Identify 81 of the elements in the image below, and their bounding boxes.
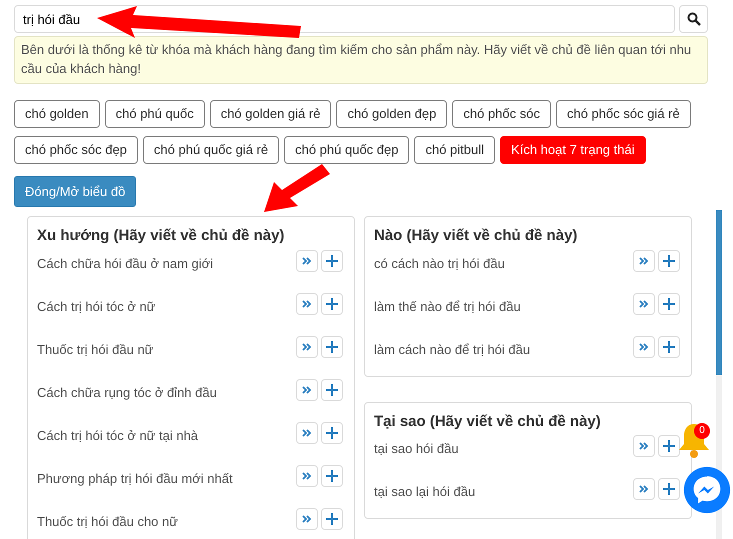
keyword-tag[interactable]: chó phú quốc giá rẻ bbox=[142, 136, 280, 164]
notice-text: Bên dưới là thống kê từ khóa mà khách hàng đang tìm kiếm cho sản phẩm này. Hãy viết về chủ đề liên quan tới nhu cầu của khách hàng! bbox=[14, 36, 708, 84]
double-chevron-icon bbox=[302, 256, 312, 266]
add-button[interactable] bbox=[321, 422, 343, 444]
add-button[interactable] bbox=[658, 250, 680, 272]
keyword-tag[interactable]: chó golden bbox=[14, 100, 100, 128]
messenger-chat-icon[interactable] bbox=[683, 466, 731, 514]
expand-button[interactable] bbox=[633, 435, 655, 458]
toggle-chart-button[interactable]: Đóng/Mở biểu đồ bbox=[14, 176, 136, 208]
expand-button[interactable] bbox=[296, 464, 318, 487]
expand-button[interactable] bbox=[633, 336, 655, 358]
plus-icon bbox=[326, 298, 338, 310]
add-button[interactable] bbox=[658, 435, 680, 458]
keyword-suggestion: Cách chữa rụng tóc ở đỉnh đầu bbox=[37, 384, 217, 402]
card-title: Xu hướng (Hãy viết về chủ đề này) bbox=[37, 226, 286, 246]
plus-icon bbox=[326, 340, 338, 353]
keyword-suggestion: tại sao hói đầu bbox=[374, 440, 459, 458]
keyword-suggestion: Cách chữa hói đầu ở nam giới bbox=[37, 254, 214, 273]
plus-icon bbox=[326, 426, 338, 439]
keyword-suggestion: Cách trị hói tóc ở nữ bbox=[37, 298, 156, 316]
double-chevron-icon bbox=[302, 342, 312, 352]
annotation-arrow bbox=[262, 164, 332, 214]
keyword-tag[interactable]: chó pitbull bbox=[414, 136, 496, 164]
double-chevron-icon bbox=[639, 342, 649, 352]
plus-icon bbox=[663, 254, 675, 267]
double-chevron-icon bbox=[639, 484, 649, 494]
double-chevron-icon bbox=[302, 514, 312, 524]
add-button[interactable] bbox=[658, 292, 680, 315]
plus-icon bbox=[326, 470, 338, 482]
keyword-suggestion: Phương pháp trị hói đầu mới nhất bbox=[37, 470, 233, 488]
keyword-suggestion: Thuốc trị hói đầu nữ bbox=[37, 340, 154, 359]
double-chevron-icon bbox=[302, 384, 312, 395]
plus-icon bbox=[326, 384, 338, 396]
card-title: Tại sao (Hãy viết về chủ đề này) bbox=[374, 412, 602, 432]
add-button[interactable] bbox=[321, 464, 343, 487]
add-button[interactable] bbox=[321, 250, 343, 272]
keyword-tag[interactable]: chó golden đẹp bbox=[336, 100, 448, 128]
add-button[interactable] bbox=[658, 336, 680, 358]
add-button[interactable] bbox=[321, 378, 343, 401]
keyword-tag[interactable]: chó phốc sóc giá rẻ bbox=[556, 100, 691, 128]
double-chevron-icon bbox=[639, 441, 649, 452]
double-chevron-icon bbox=[639, 256, 649, 266]
keyword-tag[interactable]: chó phốc sóc đẹp bbox=[14, 136, 138, 164]
plus-icon bbox=[663, 298, 675, 310]
keyword-suggestion: Cách trị hói tóc ở nữ tại nhà bbox=[37, 426, 198, 445]
plus-icon bbox=[326, 512, 338, 525]
search-button[interactable] bbox=[679, 5, 708, 33]
keyword-suggestion: làm thế nào để trị hói đầu bbox=[374, 298, 521, 316]
keyword-tag[interactable]: chó phốc sóc bbox=[452, 100, 551, 128]
double-chevron-icon bbox=[639, 298, 649, 309]
plus-icon bbox=[663, 440, 675, 452]
card-title: Nào (Hãy viết về chủ đề này) bbox=[374, 226, 578, 246]
double-chevron-icon bbox=[302, 428, 312, 438]
expand-button[interactable] bbox=[296, 422, 318, 444]
plus-icon bbox=[663, 483, 675, 496]
add-button[interactable] bbox=[321, 336, 343, 358]
search-icon bbox=[686, 12, 700, 26]
add-button[interactable] bbox=[658, 478, 680, 500]
keyword-suggestion: Thuốc trị hói đầu cho nữ bbox=[37, 512, 178, 531]
plus-icon bbox=[326, 254, 338, 267]
plus-icon bbox=[663, 340, 675, 353]
add-button[interactable] bbox=[321, 508, 343, 530]
keyword-tag[interactable]: chó phú quốc đẹp bbox=[284, 136, 410, 164]
keyword-tag[interactable]: chó phú quốc bbox=[104, 100, 205, 128]
keyword-tag[interactable]: chó golden giá rẻ bbox=[210, 100, 332, 128]
expand-button[interactable] bbox=[296, 508, 318, 530]
double-chevron-icon bbox=[302, 470, 312, 481]
expand-button[interactable] bbox=[296, 292, 318, 315]
activate-button[interactable]: Kích hoạt 7 trạng thái bbox=[500, 136, 646, 164]
expand-button[interactable] bbox=[296, 336, 318, 358]
expand-button[interactable] bbox=[633, 478, 655, 500]
notification-badge: 0 bbox=[694, 423, 710, 439]
keyword-suggestion: làm cách nào để trị hói đầu bbox=[374, 340, 530, 359]
expand-button[interactable] bbox=[296, 378, 318, 401]
add-button[interactable] bbox=[321, 292, 343, 315]
expand-button[interactable] bbox=[633, 250, 655, 272]
double-chevron-icon bbox=[302, 298, 312, 309]
keyword-suggestion: có cách nào trị hói đầu bbox=[374, 254, 505, 273]
expand-button[interactable] bbox=[633, 292, 655, 315]
keyword-suggestion: tại sao lại hói đầu bbox=[374, 483, 476, 502]
expand-button[interactable] bbox=[296, 250, 318, 272]
